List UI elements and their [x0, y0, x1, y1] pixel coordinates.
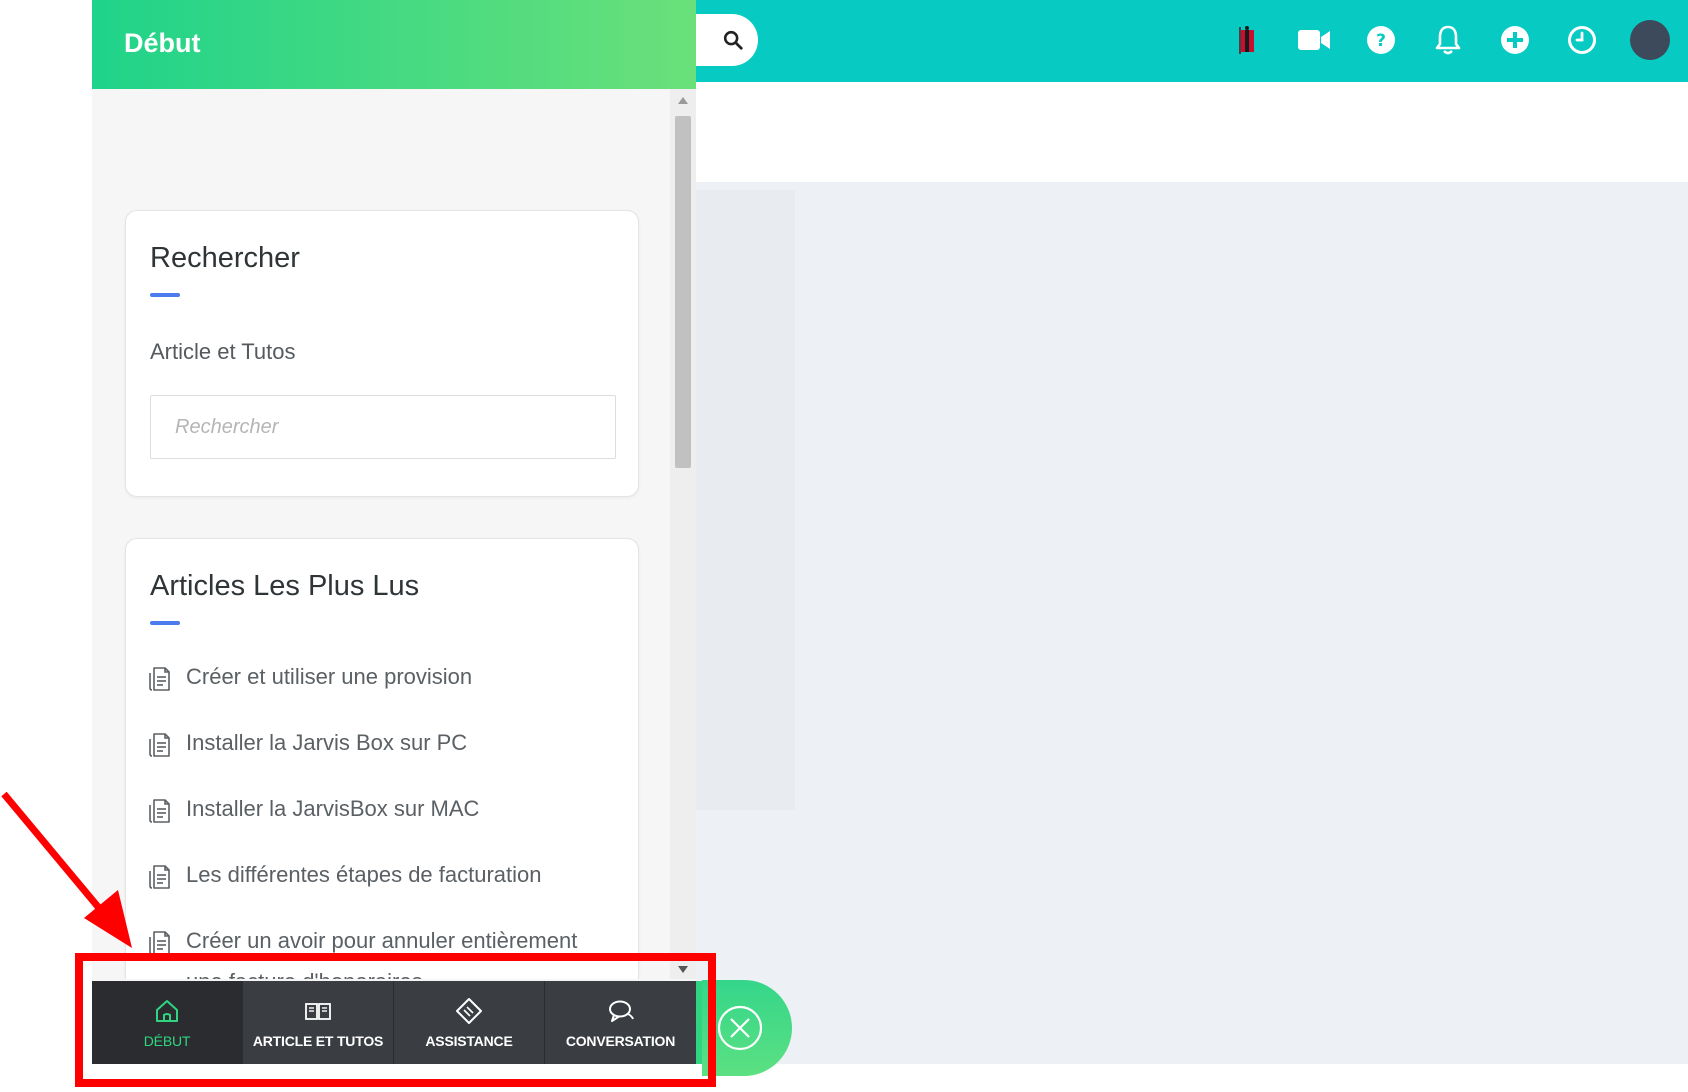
scroll-up-icon[interactable] [678, 97, 688, 104]
annotation-arrow-icon [1, 791, 132, 948]
widget-header: Début [92, 0, 696, 89]
widget-scrollbar[interactable] [670, 89, 696, 979]
avatar[interactable] [1630, 20, 1670, 60]
scroll-thumb[interactable] [675, 116, 691, 468]
list-item[interactable]: Créer et utiliser une provision [148, 663, 618, 697]
clock-icon [1568, 26, 1596, 54]
search-icon [723, 30, 743, 50]
document-icon [149, 733, 170, 757]
flag-button[interactable] [1228, 21, 1266, 59]
close-icon [717, 1005, 763, 1051]
popular-articles-card: Articles Les Plus Lus Créer et utiliser … [125, 538, 639, 979]
popular-articles-title: Articles Les Plus Lus [150, 570, 420, 602]
app-side-panel [695, 190, 795, 810]
list-item[interactable]: Installer la JarvisBox sur MAC [148, 795, 618, 829]
time-tracker-button[interactable] [1563, 21, 1601, 59]
screenshot-root: ? Début Rechercher Article et Tutos Rech… [0, 0, 1688, 1092]
plus-icon [1501, 26, 1529, 54]
title-accent-line [150, 621, 180, 625]
help-button[interactable]: ? [1362, 21, 1400, 59]
search-section-label: Article et Tutos [150, 339, 296, 364]
widget-title: Début [124, 28, 201, 58]
widget-scroll-area[interactable]: Rechercher Article et Tutos Articles Les… [92, 89, 672, 979]
app-header-area [680, 82, 1688, 182]
search-card: Rechercher Article et Tutos [125, 210, 639, 497]
flag-icon [1239, 26, 1254, 54]
add-button[interactable] [1496, 21, 1534, 59]
svg-text:?: ? [1376, 31, 1386, 51]
annotation-highlight-box [75, 953, 716, 1087]
article-title: Installer la Jarvis Box sur PC [186, 730, 468, 755]
document-icon [149, 799, 170, 823]
document-icon [149, 667, 170, 691]
bell-icon [1435, 25, 1461, 55]
list-item[interactable]: Les différentes étapes de facturation [148, 861, 618, 895]
article-title: Créer et utiliser une provision [186, 664, 473, 689]
notifications-button[interactable] [1429, 21, 1467, 59]
video-button[interactable] [1295, 21, 1333, 59]
top-bar-icons: ? [1228, 20, 1670, 60]
help-icon: ? [1367, 26, 1395, 54]
article-list: Créer et utiliser une provision Installe… [148, 663, 618, 979]
app-content-area [680, 182, 1688, 1064]
title-accent-line [150, 293, 180, 297]
list-item[interactable]: Installer la Jarvis Box sur PC [148, 729, 618, 763]
video-icon [1298, 30, 1330, 50]
help-widget: Début Rechercher Article et Tutos Articl… [92, 0, 696, 1064]
article-title: Installer la JarvisBox sur MAC [186, 796, 480, 821]
search-card-title: Rechercher [150, 242, 300, 274]
article-title: Les différentes étapes de facturation [186, 862, 542, 887]
document-icon [149, 865, 170, 889]
help-search-input[interactable] [150, 395, 616, 459]
